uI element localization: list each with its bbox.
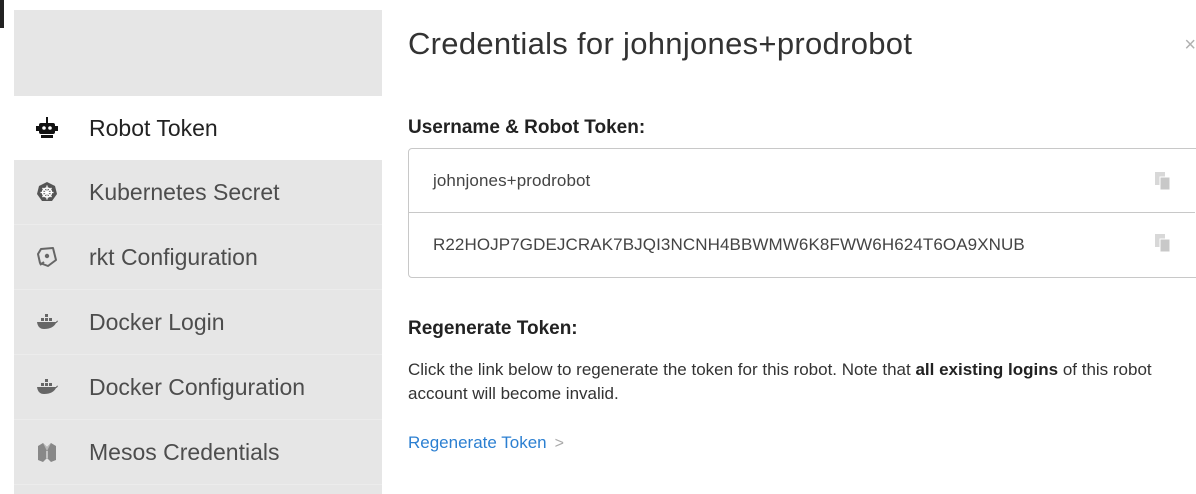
sidebar-item-mesos-credentials[interactable]: Mesos Credentials <box>14 420 382 485</box>
username-value[interactable]: johnjones+prodrobot <box>433 171 590 191</box>
sidebar-item-kubernetes-secret[interactable]: Kubernetes Secret <box>14 160 382 225</box>
token-row: R22HOJP7GDEJCRAK7BJQI3NCNH4BBWMW6K8FWW6H… <box>409 213 1196 276</box>
regenerate-desc-text: Click the link below to regenerate the t… <box>408 360 916 379</box>
kubernetes-icon <box>36 181 58 203</box>
sidebar-item-label: rkt Configuration <box>89 243 258 270</box>
credentials-panel: Credentials for johnjones+prodrobot × Us… <box>408 0 1196 494</box>
credentials-box: johnjones+prodrobot R22HOJP7GDEJCRAK7BJQ… <box>408 148 1196 278</box>
regenerate-description: Click the link below to regenerate the t… <box>408 358 1188 406</box>
credentials-dialog: Robot Token Kubernetes Secret rkt Config… <box>0 0 1196 494</box>
docker-icon <box>36 376 58 398</box>
copy-token-icon[interactable] <box>1154 233 1172 253</box>
sidebar-item-rkt-configuration[interactable]: rkt Configuration <box>14 225 382 290</box>
docker-icon <box>36 311 58 333</box>
sidebar-item-label: Mesos Credentials <box>89 438 280 465</box>
close-icon[interactable]: × <box>1184 34 1196 57</box>
sidebar-item-robot-token[interactable]: Robot Token <box>14 96 382 160</box>
chevron-right-icon: > <box>554 435 564 452</box>
credentials-heading: Username & Robot Token: <box>408 117 646 138</box>
token-value[interactable]: R22HOJP7GDEJCRAK7BJQI3NCNH4BBWMW6K8FWW6H… <box>433 235 1025 255</box>
window-edge <box>0 0 4 28</box>
sidebar-item-label: Kubernetes Secret <box>89 178 280 205</box>
sidebar-item-label: Docker Configuration <box>89 373 306 400</box>
regenerate-token-link[interactable]: Regenerate Token > <box>408 433 564 453</box>
regenerate-desc-bold: all existing logins <box>915 360 1059 379</box>
copy-username-icon[interactable] <box>1154 171 1172 191</box>
rkt-icon <box>36 246 58 268</box>
regenerate-link-label: Regenerate Token <box>408 433 547 452</box>
sidebar-item-label: Docker Login <box>89 308 225 335</box>
username-row: johnjones+prodrobot <box>409 149 1195 213</box>
dialog-title: Credentials for johnjones+prodrobot <box>408 26 913 61</box>
sidebar-item-docker-login[interactable]: Docker Login <box>14 290 382 355</box>
credential-type-sidebar: Robot Token Kubernetes Secret rkt Config… <box>14 10 382 494</box>
regenerate-heading: Regenerate Token: <box>408 318 578 339</box>
sidebar-item-label: Robot Token <box>89 114 218 141</box>
robot-icon <box>36 117 58 139</box>
mesos-icon <box>36 441 58 463</box>
sidebar-item-docker-configuration[interactable]: Docker Configuration <box>14 355 382 420</box>
sidebar-header <box>14 10 382 96</box>
